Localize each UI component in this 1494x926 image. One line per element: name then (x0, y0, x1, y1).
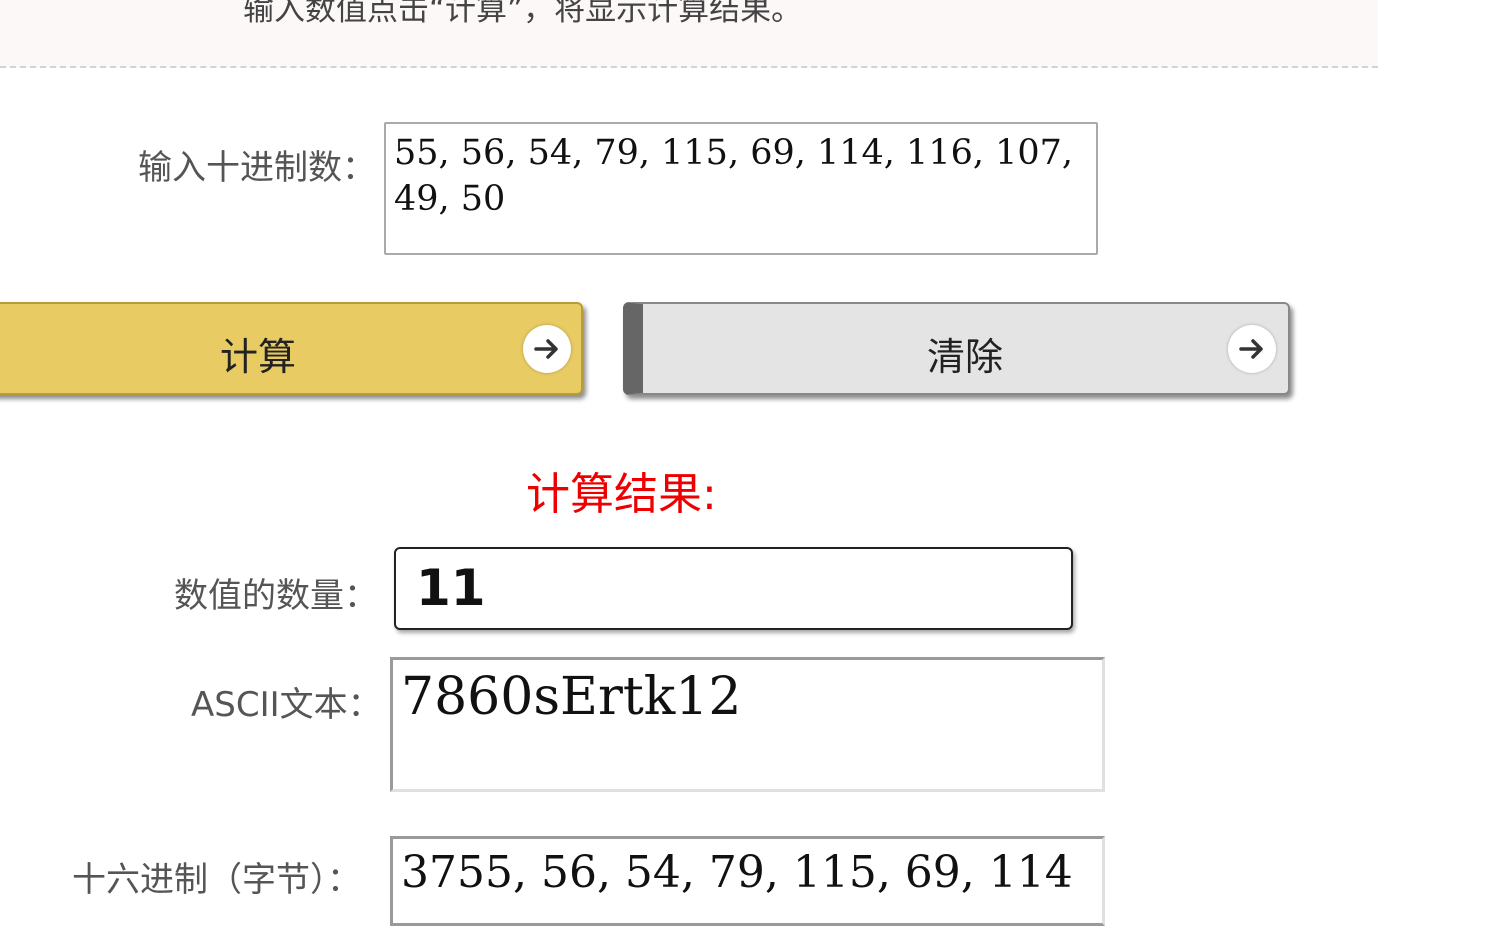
instructions-text: 输入数值点击“计算”，将显示计算结果。 (243, 0, 803, 28)
calculate-button[interactable]: 计算 (0, 302, 583, 395)
ascii-output[interactable]: 7860sErtk12 (390, 657, 1105, 792)
calculate-button-label: 计算 (220, 335, 297, 379)
count-label: 数值的数量： (174, 576, 378, 616)
arrow-right-icon (1228, 325, 1276, 373)
input-label: 输入十进制数： (138, 148, 376, 188)
decimal-input[interactable]: 55, 56, 54, 79, 115, 69, 114, 116, 107, … (384, 122, 1098, 255)
hex-label: 十六进制（字节）： (72, 860, 361, 900)
arrow-right-icon (523, 325, 571, 373)
count-field[interactable]: 11 (394, 547, 1073, 630)
result-title: 计算结果: (526, 469, 717, 520)
clear-button-label: 清除 (927, 335, 1004, 379)
hex-output[interactable]: 3755, 56, 54, 79, 115, 69, 114 (390, 836, 1105, 926)
ascii-label: ASCII文本： (191, 685, 382, 725)
instructions-banner: 输入数值点击“计算”，将显示计算结果。 (0, 0, 1378, 68)
clear-button[interactable]: 清除 (623, 302, 1290, 395)
